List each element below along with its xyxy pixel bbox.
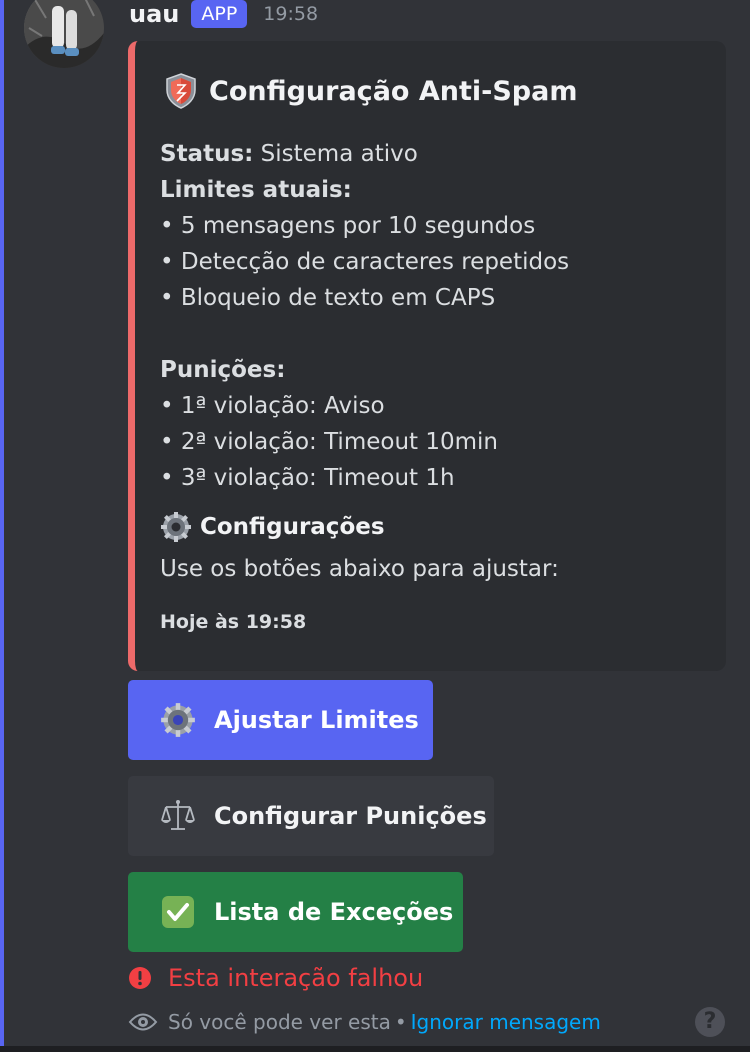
list-item: • 3ª violação: Timeout 1h xyxy=(160,465,455,491)
ephemeral-text: Só você pode ver esta xyxy=(168,1010,391,1034)
eye-icon xyxy=(128,1013,158,1031)
punishments-heading: Punições: xyxy=(160,352,569,388)
scales-icon xyxy=(161,800,195,830)
error-icon xyxy=(129,967,151,989)
help-icon[interactable]: ? xyxy=(695,1007,725,1037)
exceptions-list-button[interactable]: Lista de Exceções xyxy=(128,872,463,952)
configure-punishments-button[interactable]: Configurar Punições xyxy=(128,776,494,856)
limits-heading: Limites atuais: xyxy=(160,172,569,208)
adjust-limits-label: Ajustar Limites xyxy=(214,706,419,734)
list-item: • 1ª violação: Aviso xyxy=(160,393,385,419)
gear-icon xyxy=(161,512,191,542)
gear-icon xyxy=(161,703,195,737)
message-header: uau APP 19:58 xyxy=(129,0,318,34)
error-text: Esta interação falhou xyxy=(168,964,424,992)
shield-icon xyxy=(166,73,196,109)
embed-field-name-text: Configurações xyxy=(200,514,385,540)
list-item: • 2ª violação: Timeout 10min xyxy=(160,429,498,455)
username[interactable]: uau xyxy=(129,0,179,28)
check-mark-icon xyxy=(162,896,194,928)
configure-punishments-label: Configurar Punições xyxy=(214,802,487,830)
embed-title-text: Configuração Anti-Spam xyxy=(209,75,578,107)
embed-description: Status: Sistema ativo Limites atuais: • … xyxy=(160,136,569,496)
list-item: • Detecção de caracteres repetidos xyxy=(160,249,570,275)
exceptions-list-label: Lista de Exceções xyxy=(214,898,454,926)
status-line: Status: Sistema ativo xyxy=(160,136,569,172)
status-label: Status: xyxy=(160,141,254,167)
adjust-limits-button[interactable]: Ajustar Limites xyxy=(128,680,433,760)
embed-field-name: Configurações xyxy=(160,511,385,543)
embed-card: Configuração Anti-Spam Status: Sistema a… xyxy=(128,41,726,671)
separator: • xyxy=(394,1010,407,1034)
status-value: Sistema ativo xyxy=(260,141,418,167)
dismiss-message-link[interactable]: Ignorar mensagem xyxy=(411,1010,601,1034)
interaction-error: Esta interação falhou xyxy=(128,964,423,992)
app-badge: APP xyxy=(191,0,248,28)
highlight-bar xyxy=(0,0,4,1052)
message-timestamp[interactable]: 19:58 xyxy=(263,3,318,25)
bottom-divider xyxy=(0,1046,750,1052)
embed-title: Configuração Anti-Spam xyxy=(165,73,577,109)
limits-label: Limites atuais: xyxy=(160,177,352,203)
embed-footer-timestamp: Hoje às 19:58 xyxy=(160,611,307,633)
embed-field-value: Use os botões abaixo para ajustar: xyxy=(160,556,559,582)
ephemeral-note: Só você pode ver esta • Ignorar mensagem xyxy=(128,1009,601,1035)
list-item: • Bloqueio de texto em CAPS xyxy=(160,285,496,311)
user-avatar[interactable] xyxy=(24,0,104,68)
punishments-label: Punições: xyxy=(160,357,286,383)
list-item: • 5 mensagens por 10 segundos xyxy=(160,213,536,239)
